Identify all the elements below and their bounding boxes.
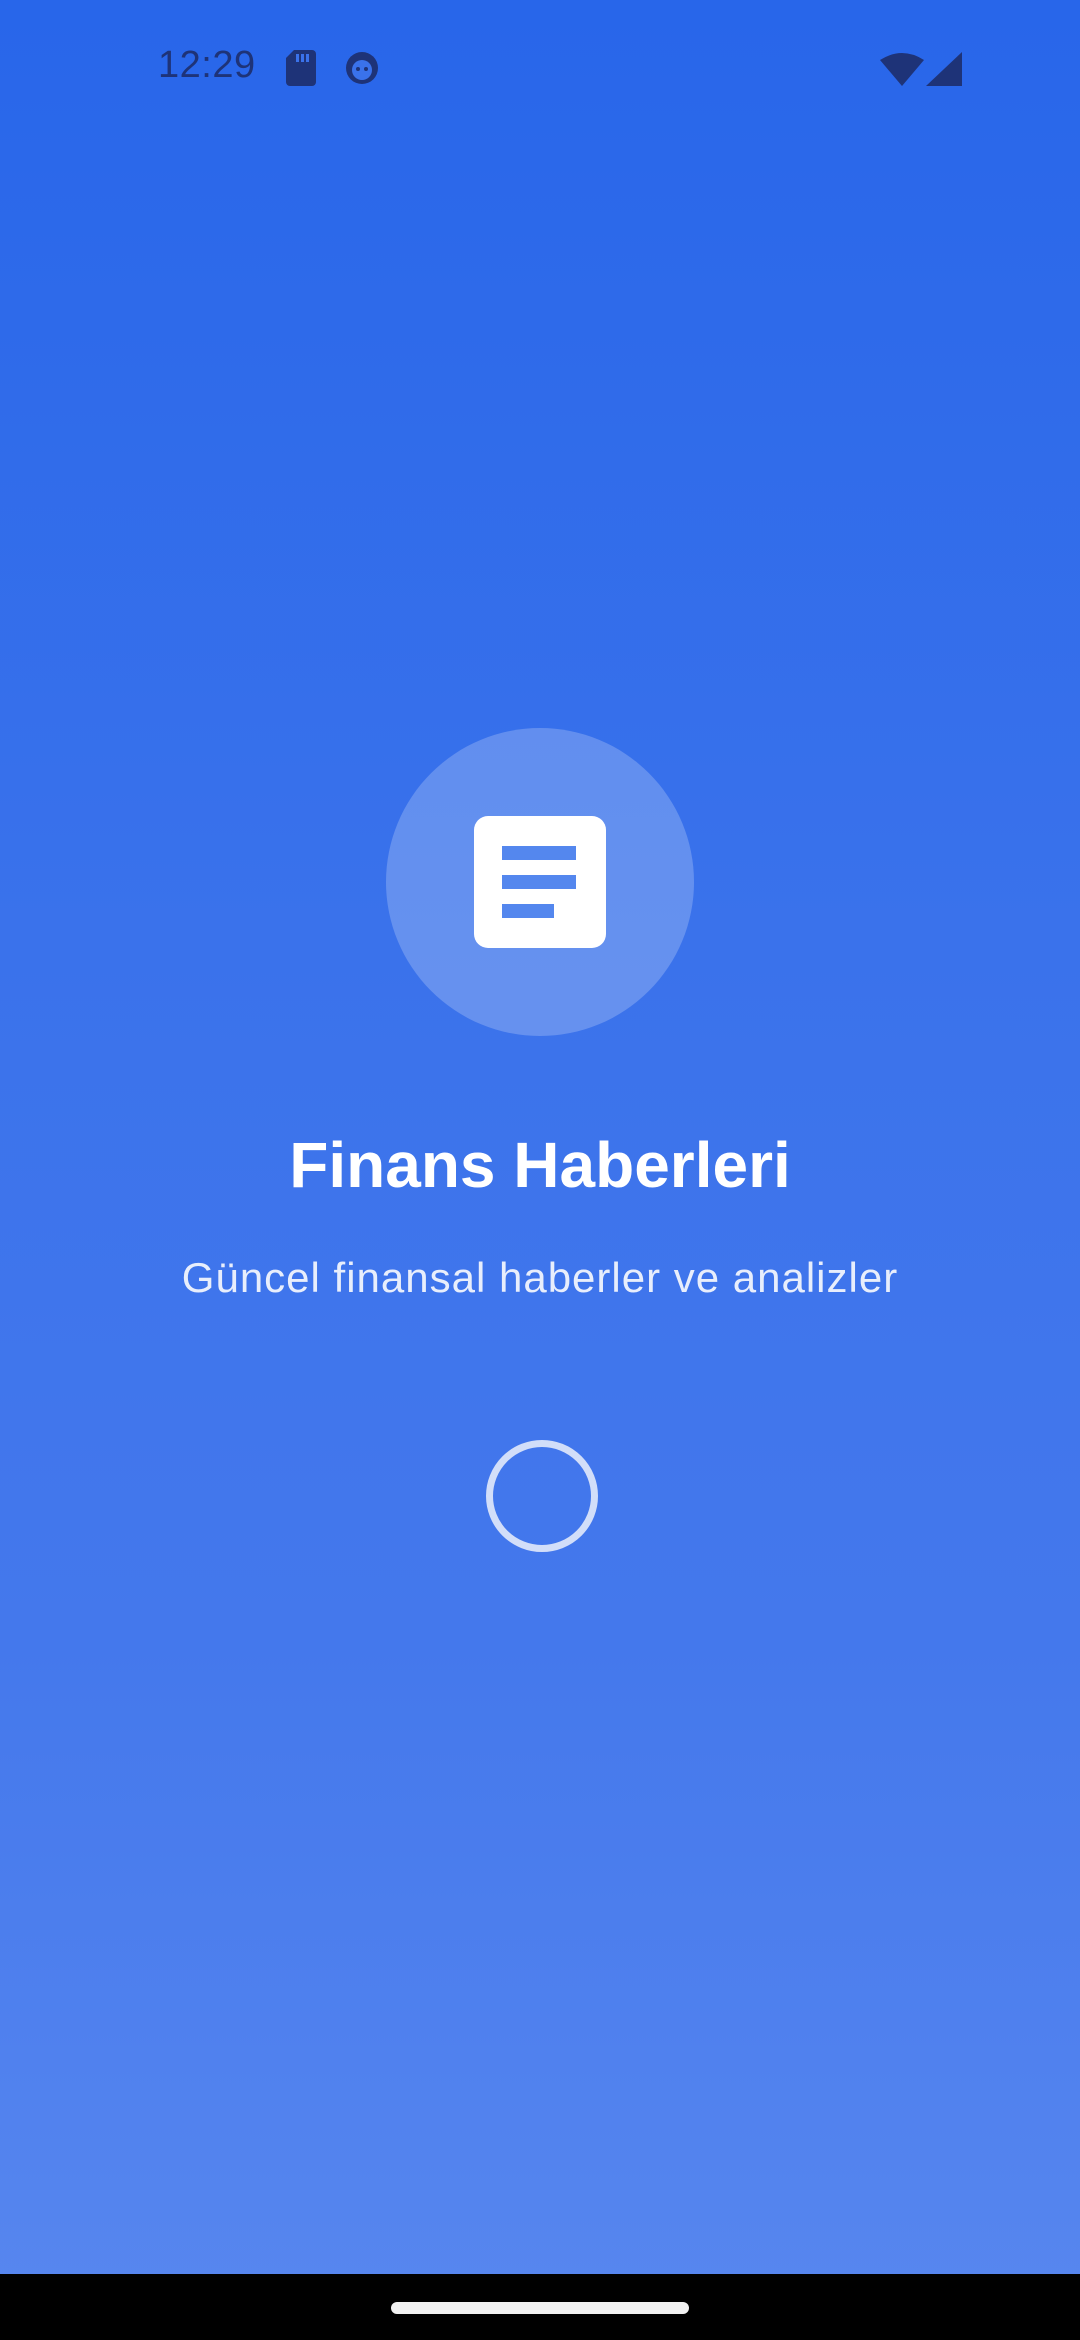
loading-spinner <box>486 1440 598 1552</box>
doc-line <box>502 875 576 889</box>
signal-icon <box>926 52 962 91</box>
splash-screen: 12:29 Finans Haberleri Güncel finansal h… <box>0 0 1080 2340</box>
status-bar: 12:29 <box>0 0 1080 140</box>
status-time: 12:29 <box>158 44 256 86</box>
sd-card-icon <box>286 50 316 91</box>
navigation-bar <box>0 2274 1080 2340</box>
document-icon <box>474 816 606 948</box>
app-title: Finans Haberleri <box>289 1129 791 1201</box>
app-subtitle: Güncel finansal haberler ve analizler <box>181 1254 899 1301</box>
doc-line <box>502 904 554 918</box>
wifi-icon <box>880 52 924 91</box>
home-indicator[interactable] <box>391 2302 689 2314</box>
doc-line <box>502 846 576 860</box>
face-icon <box>344 50 380 91</box>
